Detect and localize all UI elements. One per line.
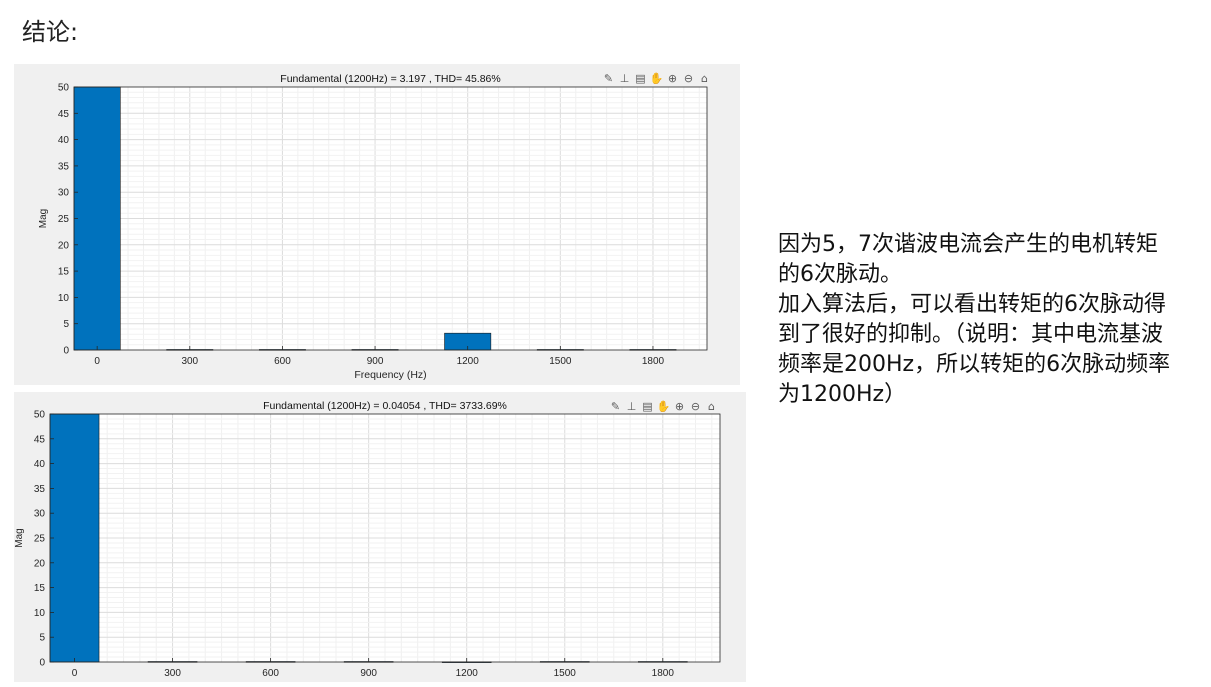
y-tick-label: 30 (34, 509, 46, 520)
zoom-in-icon[interactable]: ⊕ (672, 400, 687, 414)
legend-icon[interactable]: ▤ (640, 400, 655, 414)
x-axis-label: Frequency (Hz) (354, 369, 426, 381)
y-tick-label: 50 (34, 410, 46, 421)
y-axis-label: Mag (14, 528, 25, 547)
y-tick-label: 25 (58, 214, 70, 225)
x-tick-label: 1500 (549, 356, 572, 367)
y-tick-label: 30 (58, 188, 70, 199)
y-tick-label: 15 (34, 583, 46, 594)
fft-chart-before: 0 300 600 900 1200 1500 1800 0 5 10 15 20 25 30 35 40 45… (38, 73, 708, 381)
y-tick-label: 20 (34, 558, 46, 569)
y-tick-label: 5 (39, 633, 45, 644)
conclusion-notes: 因为5，7次谐波电流会产生的电机转矩的6次脉动。 加入算法后，可以看出转矩的6次… (778, 230, 1178, 410)
x-tick-label: 600 (274, 356, 291, 367)
y-tick-label: 0 (63, 346, 69, 357)
y-tick-label: 45 (34, 434, 46, 445)
x-tick-label: 900 (367, 356, 384, 367)
y-tick-label: 35 (34, 484, 46, 495)
zoom-in-icon[interactable]: ⊕ (665, 72, 680, 86)
brush-icon[interactable]: ✎ (601, 72, 616, 86)
bar (49, 413, 100, 663)
y-tick-label: 5 (63, 319, 69, 330)
x-tick-label: 0 (94, 356, 100, 367)
figure-toolbar: ✎ ⊥ ▤ ✋ ⊕ ⊖ ⌂ (601, 72, 712, 86)
datatip-icon[interactable]: ⊥ (624, 400, 639, 414)
fft-panel-before: 0 300 600 900 1200 1500 1800 0 5 10 15 20 25 30 35 40 45… (14, 64, 740, 385)
y-tick-label: 10 (58, 293, 70, 304)
home-icon[interactable]: ⌂ (704, 400, 719, 414)
note-paragraph-2: 加入算法后，可以看出转矩的6次脉动得到了很好的抑制。（说明：其中电流基波频率是2… (778, 292, 1171, 407)
y-tick-label: 0 (39, 658, 45, 669)
figure-toolbar: ✎ ⊥ ▤ ✋ ⊕ ⊖ ⌂ (608, 400, 719, 414)
y-tick-label: 40 (58, 135, 70, 146)
pan-icon[interactable]: ✋ (649, 72, 664, 86)
pan-icon[interactable]: ✋ (656, 400, 671, 414)
y-axis-label: Mag (38, 209, 49, 228)
x-tick-label: 600 (262, 668, 279, 679)
x-tick-label: 1800 (652, 668, 675, 679)
y-tick-label: 40 (34, 459, 46, 470)
note-paragraph-1: 因为5，7次谐波电流会产生的电机转矩的6次脉动。 (778, 232, 1158, 287)
datatip-icon[interactable]: ⊥ (617, 72, 632, 86)
y-tick-label: 35 (58, 161, 70, 172)
zoom-out-icon[interactable]: ⊖ (681, 72, 696, 86)
x-tick-label: 1500 (554, 668, 577, 679)
y-tick-label: 10 (34, 608, 46, 619)
x-tick-label: 1800 (642, 356, 665, 367)
x-tick-label: 300 (164, 668, 181, 679)
chart-title: Fundamental (1200Hz) = 3.197 , THD= 45.8… (280, 73, 500, 85)
slide-title: 结论: (22, 18, 79, 46)
x-tick-label: 900 (360, 668, 377, 679)
y-tick-label: 50 (58, 83, 70, 94)
x-tick-label: 1200 (456, 668, 479, 679)
fft-panel-after: 0 300 600 900 1200 1500 1800 0 5 10 15 20 25 30 35 40 45… (14, 392, 746, 682)
legend-icon[interactable]: ▤ (633, 72, 648, 86)
y-tick-label: 15 (58, 267, 70, 278)
y-tick-label: 45 (58, 109, 70, 120)
x-tick-label: 1200 (457, 356, 480, 367)
fft-chart-after: 0 300 600 900 1200 1500 1800 0 5 10 15 20 25 30 35 40 45… (14, 400, 721, 679)
home-icon[interactable]: ⌂ (697, 72, 712, 86)
chart-title: Fundamental (1200Hz) = 0.04054 , THD= 37… (263, 400, 507, 412)
bar (73, 86, 121, 351)
brush-icon[interactable]: ✎ (608, 400, 623, 414)
y-tick-label: 25 (34, 534, 46, 545)
x-tick-label: 300 (181, 356, 198, 367)
x-tick-label: 0 (72, 668, 78, 679)
y-tick-label: 20 (58, 240, 70, 251)
zoom-out-icon[interactable]: ⊖ (688, 400, 703, 414)
